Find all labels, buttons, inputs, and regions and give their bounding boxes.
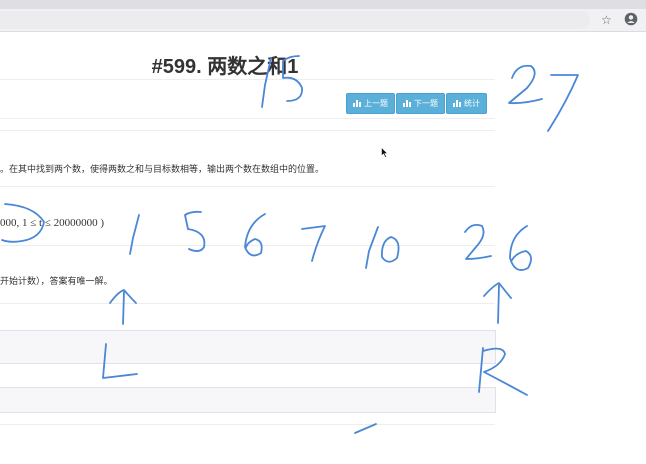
statistics-button[interactable]: 统计 bbox=[446, 93, 487, 114]
arrow-up-left bbox=[122, 291, 125, 325]
divider bbox=[0, 79, 495, 80]
divider bbox=[0, 130, 495, 131]
prev-problem-label: 上一题 bbox=[364, 99, 388, 108]
prev-problem-button[interactable]: 上一题 bbox=[346, 93, 395, 114]
sample-input-box bbox=[0, 330, 496, 364]
browser-tabstrip bbox=[0, 0, 646, 9]
annotation-26 bbox=[509, 225, 532, 271]
divider bbox=[0, 245, 495, 246]
arrow-up-right bbox=[483, 282, 512, 299]
browser-toolbar: ☆ bbox=[0, 9, 646, 32]
star-icon[interactable]: ☆ bbox=[601, 12, 612, 28]
annotation-26 bbox=[464, 223, 492, 260]
statistics-label: 统计 bbox=[464, 99, 480, 108]
sample-output-box bbox=[0, 387, 496, 413]
problem-description: 。在其中找到两个数，使得两数之和与目标数相等，输出两个数在数组中的位置。 bbox=[0, 164, 325, 174]
bar-chart-icon bbox=[353, 100, 361, 107]
annotation-1 bbox=[129, 214, 140, 255]
annotation-6 bbox=[244, 213, 266, 257]
next-problem-button[interactable]: 下一题 bbox=[396, 93, 445, 114]
next-problem-label: 下一题 bbox=[414, 99, 438, 108]
bar-chart-icon bbox=[453, 100, 461, 107]
problem-nav-buttons: 上一题 下一题 统计 bbox=[346, 93, 487, 114]
annotation-27 bbox=[508, 64, 543, 105]
annotation-10 bbox=[365, 226, 379, 269]
divider bbox=[0, 118, 495, 119]
annotation-10 bbox=[381, 236, 400, 263]
annotation-7 bbox=[301, 225, 326, 262]
annotation-27 bbox=[547, 74, 579, 132]
arrow-up-right bbox=[497, 284, 500, 324]
account-icon[interactable] bbox=[624, 12, 638, 26]
stroke-mark bbox=[354, 423, 377, 434]
divider bbox=[0, 186, 495, 187]
divider bbox=[0, 303, 495, 304]
mouse-cursor bbox=[381, 147, 389, 158]
bar-chart-icon bbox=[403, 100, 411, 107]
input-constraint: 000, 1 ≤ t ≤ 20000000 ) bbox=[0, 217, 105, 229]
divider bbox=[0, 424, 495, 425]
arrow-up-left bbox=[109, 289, 137, 304]
page-title: #599. 两数之和1 bbox=[151, 56, 299, 78]
address-bar[interactable] bbox=[0, 11, 590, 29]
output-note: 开始计数），答案有唯一解。 bbox=[0, 276, 113, 286]
